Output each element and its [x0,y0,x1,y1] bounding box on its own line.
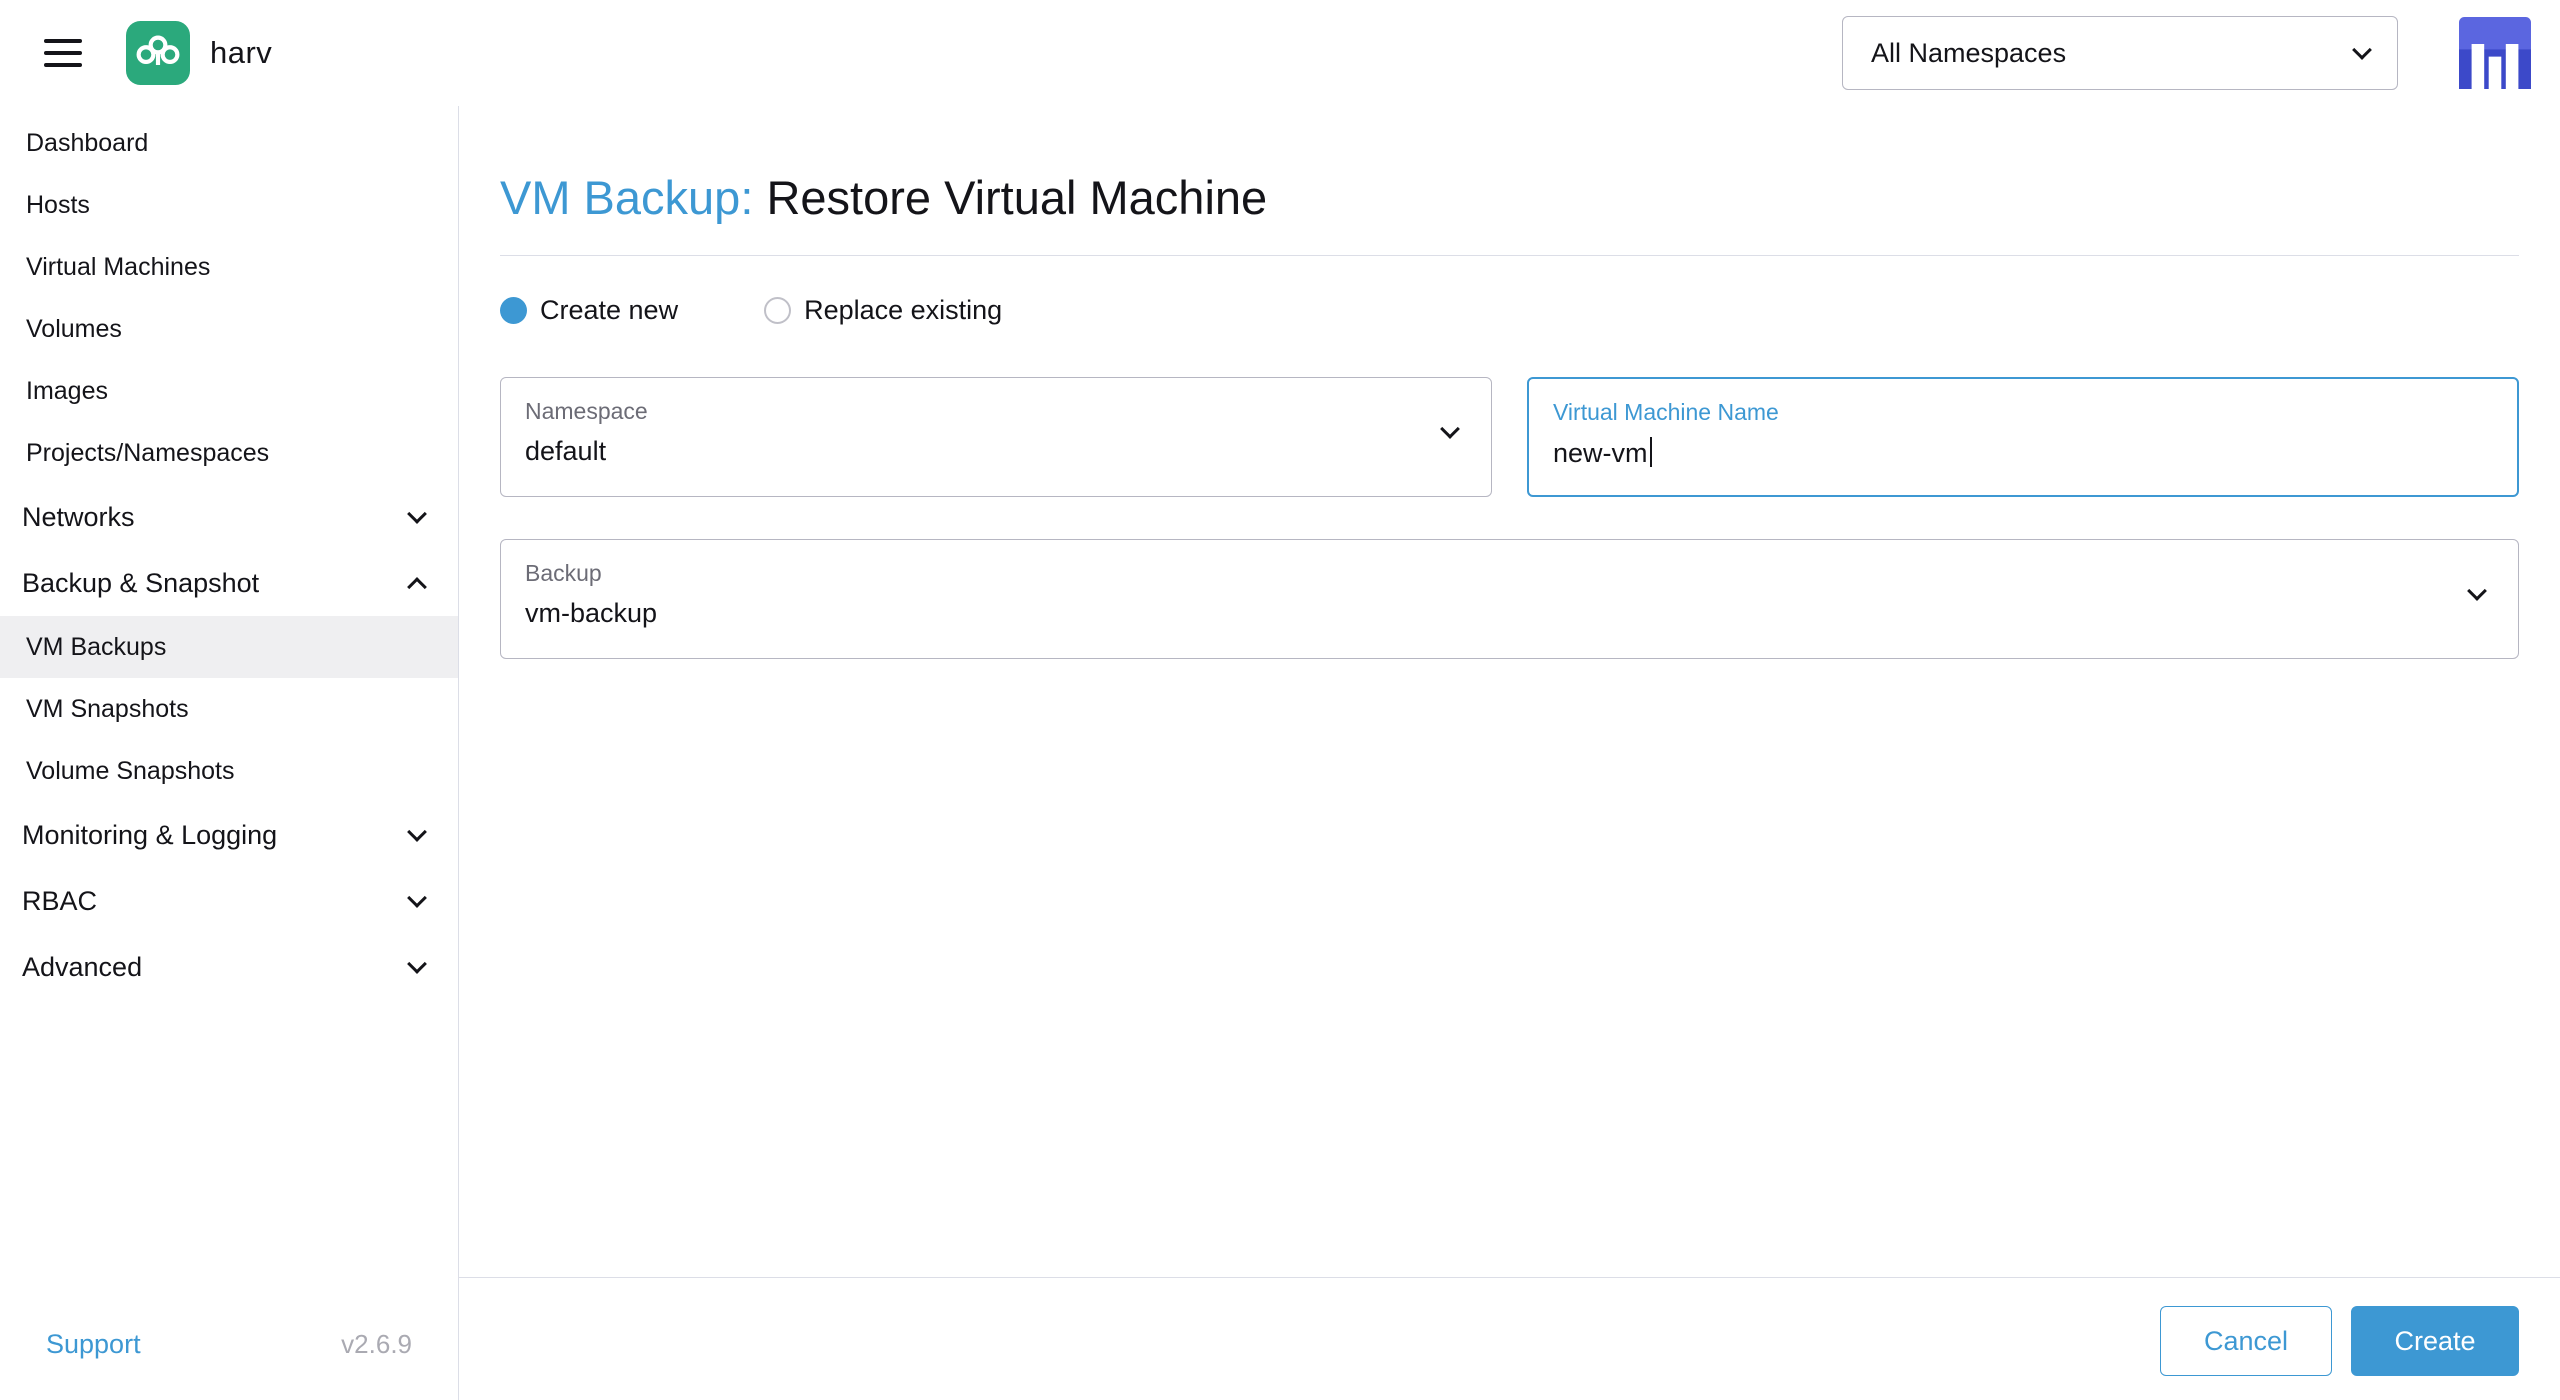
sidebar-item-label: Hosts [26,190,90,219]
sidebar-item-label: Volumes [26,314,122,343]
page-title-resource-link[interactable]: VM Backup: [500,171,753,224]
radio-label: Create new [540,295,679,325]
version-text: v2.6.9 [341,1328,412,1359]
vm-name-input-label: Virtual Machine Name [1553,399,1779,425]
support-link[interactable]: Support [46,1329,141,1360]
sidebar-item-label: VM Snapshots [26,694,189,723]
harvester-logo-icon[interactable] [126,21,190,85]
hamburger-bar [44,63,82,67]
radio-replace-existing[interactable]: Replace existing [764,295,1002,326]
chevron-down-icon [407,888,427,908]
page-title: VM Backup: Restore Virtual Machine [500,170,1267,225]
sidebar-group-label: Networks [22,501,135,532]
sidebar-item-label: Dashboard [26,128,149,157]
sidebar-group-backup-snapshot[interactable]: Backup & Snapshot [0,550,458,616]
text-caret [1649,437,1652,467]
radio-label: Replace existing [804,295,1003,325]
sidebar-group-label: Monitoring & Logging [22,819,278,850]
product-name: harv [210,35,273,70]
sidebar-group-label: Advanced [22,951,143,982]
sidebar-item-label: Volume Snapshots [26,756,235,785]
sidebar-item-images[interactable]: Images [0,360,458,422]
namespace-select[interactable]: Namespace default [500,377,1492,497]
backup-select-value: vm-backup [525,598,658,628]
namespace-select-value: default [525,436,607,466]
radio-create-new[interactable]: Create new [500,295,678,326]
sidebar-group-networks[interactable]: Networks [0,484,458,550]
chevron-down-icon [407,504,427,524]
sidebar-item-hosts[interactable]: Hosts [0,174,458,236]
radio-selected-icon[interactable] [500,297,527,324]
sidebar-footer: Support v2.6.9 [0,1288,458,1400]
hamburger-bar [44,51,82,55]
vm-name-input-value: new-vm [1553,437,1652,469]
namespace-filter-value: All Namespaces [1871,37,2067,68]
sidebar-nav: Dashboard Hosts Virtual Machines Volumes… [0,106,459,1400]
namespace-select-label: Namespace [525,398,648,424]
backup-select[interactable]: Backup vm-backup [500,539,2519,659]
chevron-down-icon [407,954,427,974]
chevron-down-icon [2467,581,2487,601]
sidebar-item-vm-backups[interactable]: VM Backups [0,616,458,678]
sidebar-group-label: RBAC [22,885,98,916]
user-avatar[interactable] [2459,17,2531,89]
title-divider [500,255,2519,256]
sidebar-item-projects-namespaces[interactable]: Projects/Namespaces [0,422,458,484]
radio-unselected-icon[interactable] [764,297,792,324]
sidebar-item-label: Projects/Namespaces [26,438,270,467]
backup-select-label: Backup [525,560,602,586]
sidebar-group-rbac[interactable]: RBAC [0,868,458,934]
sidebar-item-volumes[interactable]: Volumes [0,298,458,360]
hamburger-bar [44,39,82,43]
sidebar-group-monitoring-logging[interactable]: Monitoring & Logging [0,802,458,868]
namespace-filter-dropdown[interactable]: All Namespaces [1842,16,2398,90]
sidebar-item-dashboard[interactable]: Dashboard [0,112,458,174]
sidebar-group-advanced[interactable]: Advanced [0,934,458,1000]
sidebar-item-label: VM Backups [26,632,167,661]
sidebar-item-label: Images [26,376,108,405]
restore-mode-radio-group: Create new Replace existing [500,295,1002,326]
chevron-down-icon [407,822,427,842]
vm-name-input[interactable]: Virtual Machine Name new-vm [1527,377,2519,497]
chevron-down-icon [2352,40,2372,60]
top-header: harv All Namespaces [0,0,2560,106]
vm-name-text: new-vm [1553,438,1648,468]
chevron-down-icon [1440,419,1460,439]
chevron-up-icon [407,577,427,597]
hamburger-menu-icon[interactable] [44,31,82,75]
create-button[interactable]: Create [2351,1306,2519,1376]
cancel-button[interactable]: Cancel [2160,1306,2332,1376]
main-content: VM Backup: Restore Virtual Machine Creat… [459,106,2560,1400]
sidebar-group-label: Backup & Snapshot [22,567,260,598]
sidebar-item-virtual-machines[interactable]: Virtual Machines [0,236,458,298]
action-bar-divider [459,1277,2560,1278]
sidebar-item-volume-snapshots[interactable]: Volume Snapshots [0,740,458,802]
sidebar-item-label: Virtual Machines [26,252,211,281]
page-title-action: Restore Virtual Machine [766,171,1268,224]
sidebar-item-vm-snapshots[interactable]: VM Snapshots [0,678,458,740]
